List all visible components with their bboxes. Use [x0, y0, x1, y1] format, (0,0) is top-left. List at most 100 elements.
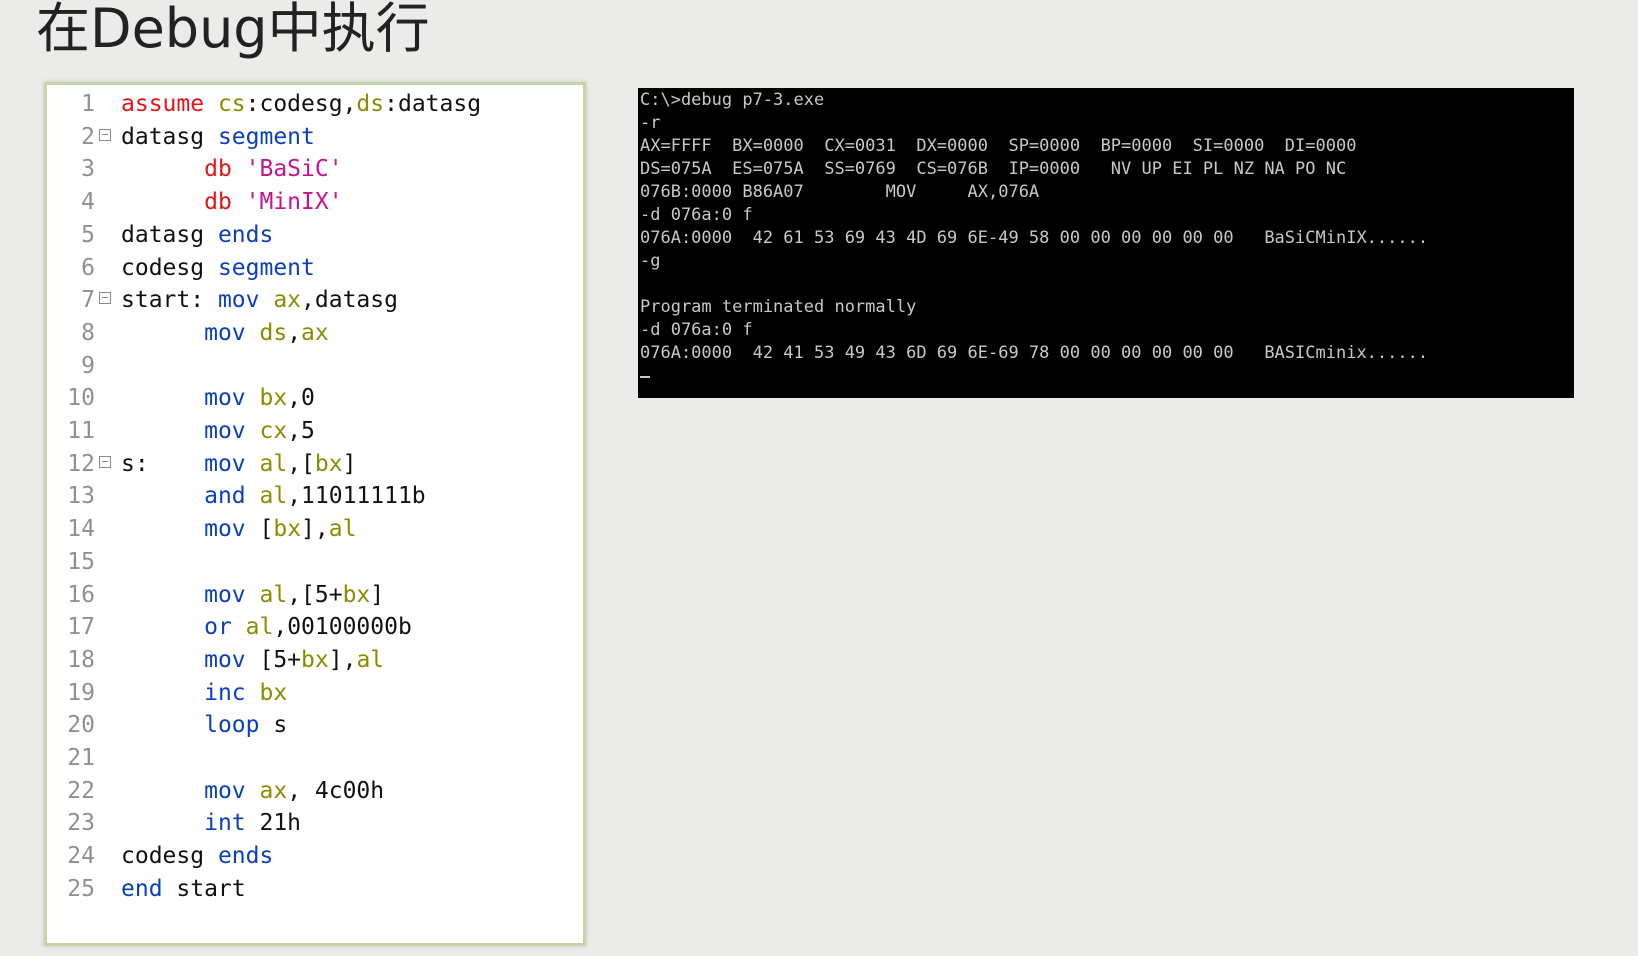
line-number: 14	[67, 516, 95, 543]
code-text: db 'BaSiC'	[121, 152, 342, 186]
fold-toggle-icon[interactable]	[99, 455, 111, 468]
code-token: int	[204, 810, 260, 837]
code-token: bx	[259, 679, 288, 706]
console-line: DS=075A ES=075A SS=0769 CS=076B IP=0000 …	[640, 159, 1347, 179]
line-number: 18	[67, 646, 95, 673]
code-text: mov ds,ax	[121, 316, 329, 350]
code-text: inc bx	[121, 676, 287, 710]
line-number: 1	[81, 91, 95, 117]
console-line: -r	[640, 113, 661, 133]
code-text: assume cs:codesg,ds:datasg	[121, 87, 481, 121]
code-editor-panel: 1 assume cs:codesg,ds:datasg 2 datasg segme…	[44, 82, 586, 946]
console-line: Program terminated normally	[640, 297, 917, 317]
code-line: 12 s: mov al,[bx]	[47, 447, 583, 481]
code-token: mov	[204, 646, 260, 673]
console-line: -g	[640, 251, 661, 271]
code-text: datasg ends	[121, 218, 273, 252]
line-number: 21	[67, 745, 95, 771]
code-token: ]	[370, 581, 385, 608]
code-token: db	[204, 189, 246, 216]
code-line: 14 mov [bx],al	[47, 512, 583, 546]
line-number: 13	[67, 483, 95, 510]
code-token: ds	[356, 91, 385, 117]
console-line: -d 076a:0 f	[640, 205, 753, 225]
code-token: ds	[259, 319, 288, 346]
code-token: al	[259, 581, 288, 608]
code-token: bx	[273, 516, 302, 543]
code-token: segment	[217, 123, 315, 150]
code-line: 13 and al,11011111b	[47, 479, 583, 513]
code-token: bx	[259, 385, 288, 412]
code-token: 21h	[259, 810, 302, 837]
code-line: 18 mov [5+bx],al	[47, 643, 583, 677]
console-cursor	[640, 376, 650, 378]
code-line: 2 datasg segment	[47, 120, 583, 154]
code-token: cs	[217, 91, 246, 117]
code-token: end	[121, 875, 177, 902]
line-number: 20	[67, 712, 95, 739]
code-token: ends	[217, 843, 274, 870]
line-number: 7	[81, 287, 95, 314]
code-line: 22 mov ax, 4c00h	[47, 774, 583, 808]
code-text: end start	[121, 872, 246, 906]
slide-title: 在Debug中执行	[36, 0, 430, 60]
line-number: 16	[67, 581, 95, 608]
fold-toggle-icon[interactable]	[99, 292, 111, 305]
code-text: datasg segment	[121, 120, 315, 154]
code-text: and al,11011111b	[121, 479, 426, 513]
console-line: AX=FFFF BX=0000 CX=0031 DX=0000 SP=0000 …	[640, 136, 1357, 156]
code-token: ,[	[287, 450, 315, 477]
line-number: 23	[67, 810, 95, 837]
code-token: inc	[204, 679, 260, 706]
line-number: 4	[81, 189, 95, 216]
code-text: mov bx,0	[121, 381, 315, 415]
line-number: 25	[67, 875, 95, 902]
code-token: al	[328, 516, 357, 543]
code-token: or	[204, 614, 246, 641]
code-line: 9	[47, 349, 583, 383]
line-number: 10	[67, 385, 95, 412]
code-line: 8 mov ds,ax	[47, 316, 583, 350]
code-token: [5+	[259, 646, 302, 673]
code-line: 3 db 'BaSiC'	[47, 152, 583, 186]
line-number: 5	[81, 221, 95, 248]
line-number: 12	[67, 450, 95, 477]
code-line: 23 int 21h	[47, 806, 583, 840]
line-number: 6	[81, 254, 95, 281]
code-token: start	[176, 875, 246, 902]
fold-toggle-icon[interactable]	[99, 128, 111, 141]
code-token: loop	[204, 712, 274, 739]
code-token: mov	[204, 385, 260, 412]
code-token: :datasg	[384, 91, 482, 117]
console-line: 076A:0000 42 41 53 49 43 6D 69 6E-69 78 …	[640, 343, 1429, 363]
code-text: mov ax, 4c00h	[121, 774, 384, 808]
code-token: ax	[259, 777, 288, 804]
code-text: mov al,[5+bx]	[121, 578, 384, 612]
code-token: ,5	[287, 418, 315, 444]
code-line: 5 datasg ends	[47, 218, 583, 252]
code-text: loop s	[121, 708, 287, 742]
code-token: mov	[204, 516, 260, 543]
code-text: codesg segment	[121, 251, 315, 285]
code-token: start:	[121, 287, 218, 314]
code-token: s:	[121, 450, 205, 477]
line-number: 15	[67, 548, 95, 575]
code-text: mov cx,5	[121, 414, 315, 448]
line-number: 17	[67, 614, 95, 641]
code-token: mov	[204, 319, 260, 346]
code-text: s: mov al,[bx]	[121, 447, 356, 481]
code-line: 25 end start	[47, 872, 583, 906]
code-text: db 'MinIX'	[121, 185, 342, 219]
code-token: db	[204, 156, 246, 183]
code-line: 15	[47, 545, 583, 579]
console-line: 076A:0000 42 61 53 69 43 4D 69 6E-49 58 …	[640, 228, 1429, 248]
code-token: and	[204, 483, 260, 510]
code-text: mov [bx],al	[121, 512, 356, 546]
